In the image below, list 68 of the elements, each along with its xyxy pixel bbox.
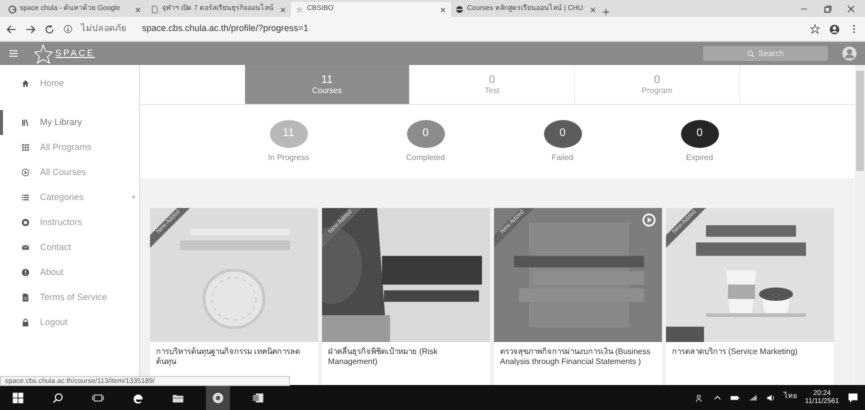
count-circle: 11 bbox=[270, 120, 308, 148]
course-title: การบริหารต้นทุนฐานกิจกรรม เทคนิคการลดต้นทุน bbox=[155, 346, 302, 368]
library-icon bbox=[21, 118, 30, 127]
course-title: ตรวจสุขภาพกิจการผ่านงบการเงิน (Business Analysis through Financial Statements ) bbox=[499, 346, 652, 368]
forward-icon[interactable] bbox=[25, 24, 36, 34]
volume-icon[interactable] bbox=[766, 392, 776, 402]
close-icon[interactable] bbox=[279, 6, 287, 14]
close-icon[interactable] bbox=[439, 6, 447, 14]
reload-icon[interactable] bbox=[44, 24, 55, 34]
grid-icon bbox=[21, 143, 30, 152]
search-icon bbox=[52, 392, 64, 404]
account-icon[interactable] bbox=[829, 24, 840, 34]
course-tab[interactable]: 11 Courses bbox=[245, 65, 410, 104]
count-circle: 0 bbox=[544, 120, 582, 148]
stat-label: Expired bbox=[686, 152, 714, 164]
close-icon[interactable] bbox=[589, 6, 597, 14]
play-circle-icon bbox=[21, 168, 30, 177]
home-icon bbox=[21, 79, 30, 88]
lock-icon bbox=[21, 318, 30, 327]
page-icon bbox=[150, 5, 159, 14]
sidebar-item[interactable]: Categories + bbox=[0, 185, 139, 210]
globe-icon bbox=[455, 5, 464, 14]
info-icon[interactable] bbox=[63, 24, 73, 34]
chevron-up-icon[interactable] bbox=[713, 393, 722, 402]
restore-icon[interactable] bbox=[822, 4, 832, 14]
sidebar-item[interactable]: Home bbox=[0, 71, 139, 96]
course-title: การตลาดบริการ (Service Marketing) bbox=[671, 346, 799, 358]
sidebar-item[interactable]: Terms of Service bbox=[0, 285, 139, 310]
sidebar-item[interactable]: About bbox=[0, 260, 139, 285]
course-title: ฝ่าคลื่นธุรกิจพิชิตเป้าหมาย (Risk Management) bbox=[327, 345, 438, 368]
stat-label: In Progress bbox=[268, 152, 309, 164]
new-tab-icon[interactable] bbox=[601, 7, 611, 17]
security-label: ไม่ปลอดภัย bbox=[81, 22, 126, 36]
google-icon bbox=[8, 5, 17, 14]
chrome-icon bbox=[212, 392, 224, 404]
info-icon bbox=[21, 268, 30, 277]
search-icon bbox=[747, 50, 756, 58]
address-url[interactable]: space.cbs.chula.ac.th/profile/?progress=1 bbox=[142, 22, 308, 36]
sidebar-item[interactable]: Contact bbox=[0, 235, 139, 260]
close-icon[interactable] bbox=[134, 6, 142, 14]
search-field[interactable]: Search bbox=[703, 46, 828, 61]
sidebar-item[interactable]: All Programs bbox=[0, 135, 139, 160]
brand-name[interactable]: SPACE bbox=[55, 46, 96, 60]
taskbar-app[interactable] bbox=[206, 385, 230, 410]
sidebar-item[interactable]: Instructors bbox=[0, 210, 139, 235]
mail-icon bbox=[21, 243, 30, 252]
play-icon[interactable] bbox=[642, 213, 656, 227]
count-circle: 0 bbox=[406, 120, 444, 148]
bookmark-star-icon[interactable] bbox=[810, 24, 820, 34]
star-icon bbox=[295, 5, 304, 14]
back-icon[interactable] bbox=[6, 24, 17, 34]
avatar-icon[interactable] bbox=[842, 46, 857, 61]
close-icon[interactable] bbox=[846, 4, 856, 14]
sidebar-item[interactable]: Logout bbox=[0, 310, 139, 335]
menu-icon[interactable] bbox=[8, 48, 19, 59]
task-view-icon bbox=[92, 392, 104, 404]
stat-label: Failed bbox=[552, 152, 574, 164]
count-circle: 0 bbox=[680, 120, 718, 148]
list-icon bbox=[21, 193, 30, 202]
notification-icon[interactable] bbox=[847, 392, 859, 404]
expand-toggle[interactable]: + bbox=[131, 190, 136, 204]
scrollbar[interactable] bbox=[855, 65, 865, 385]
document-icon bbox=[21, 293, 30, 302]
edge-icon bbox=[132, 392, 144, 404]
sidebar-item[interactable]: All Courses bbox=[0, 160, 139, 185]
windows-icon bbox=[12, 392, 24, 404]
stat-label: Completed bbox=[406, 152, 445, 164]
wifi-icon[interactable] bbox=[748, 392, 758, 402]
